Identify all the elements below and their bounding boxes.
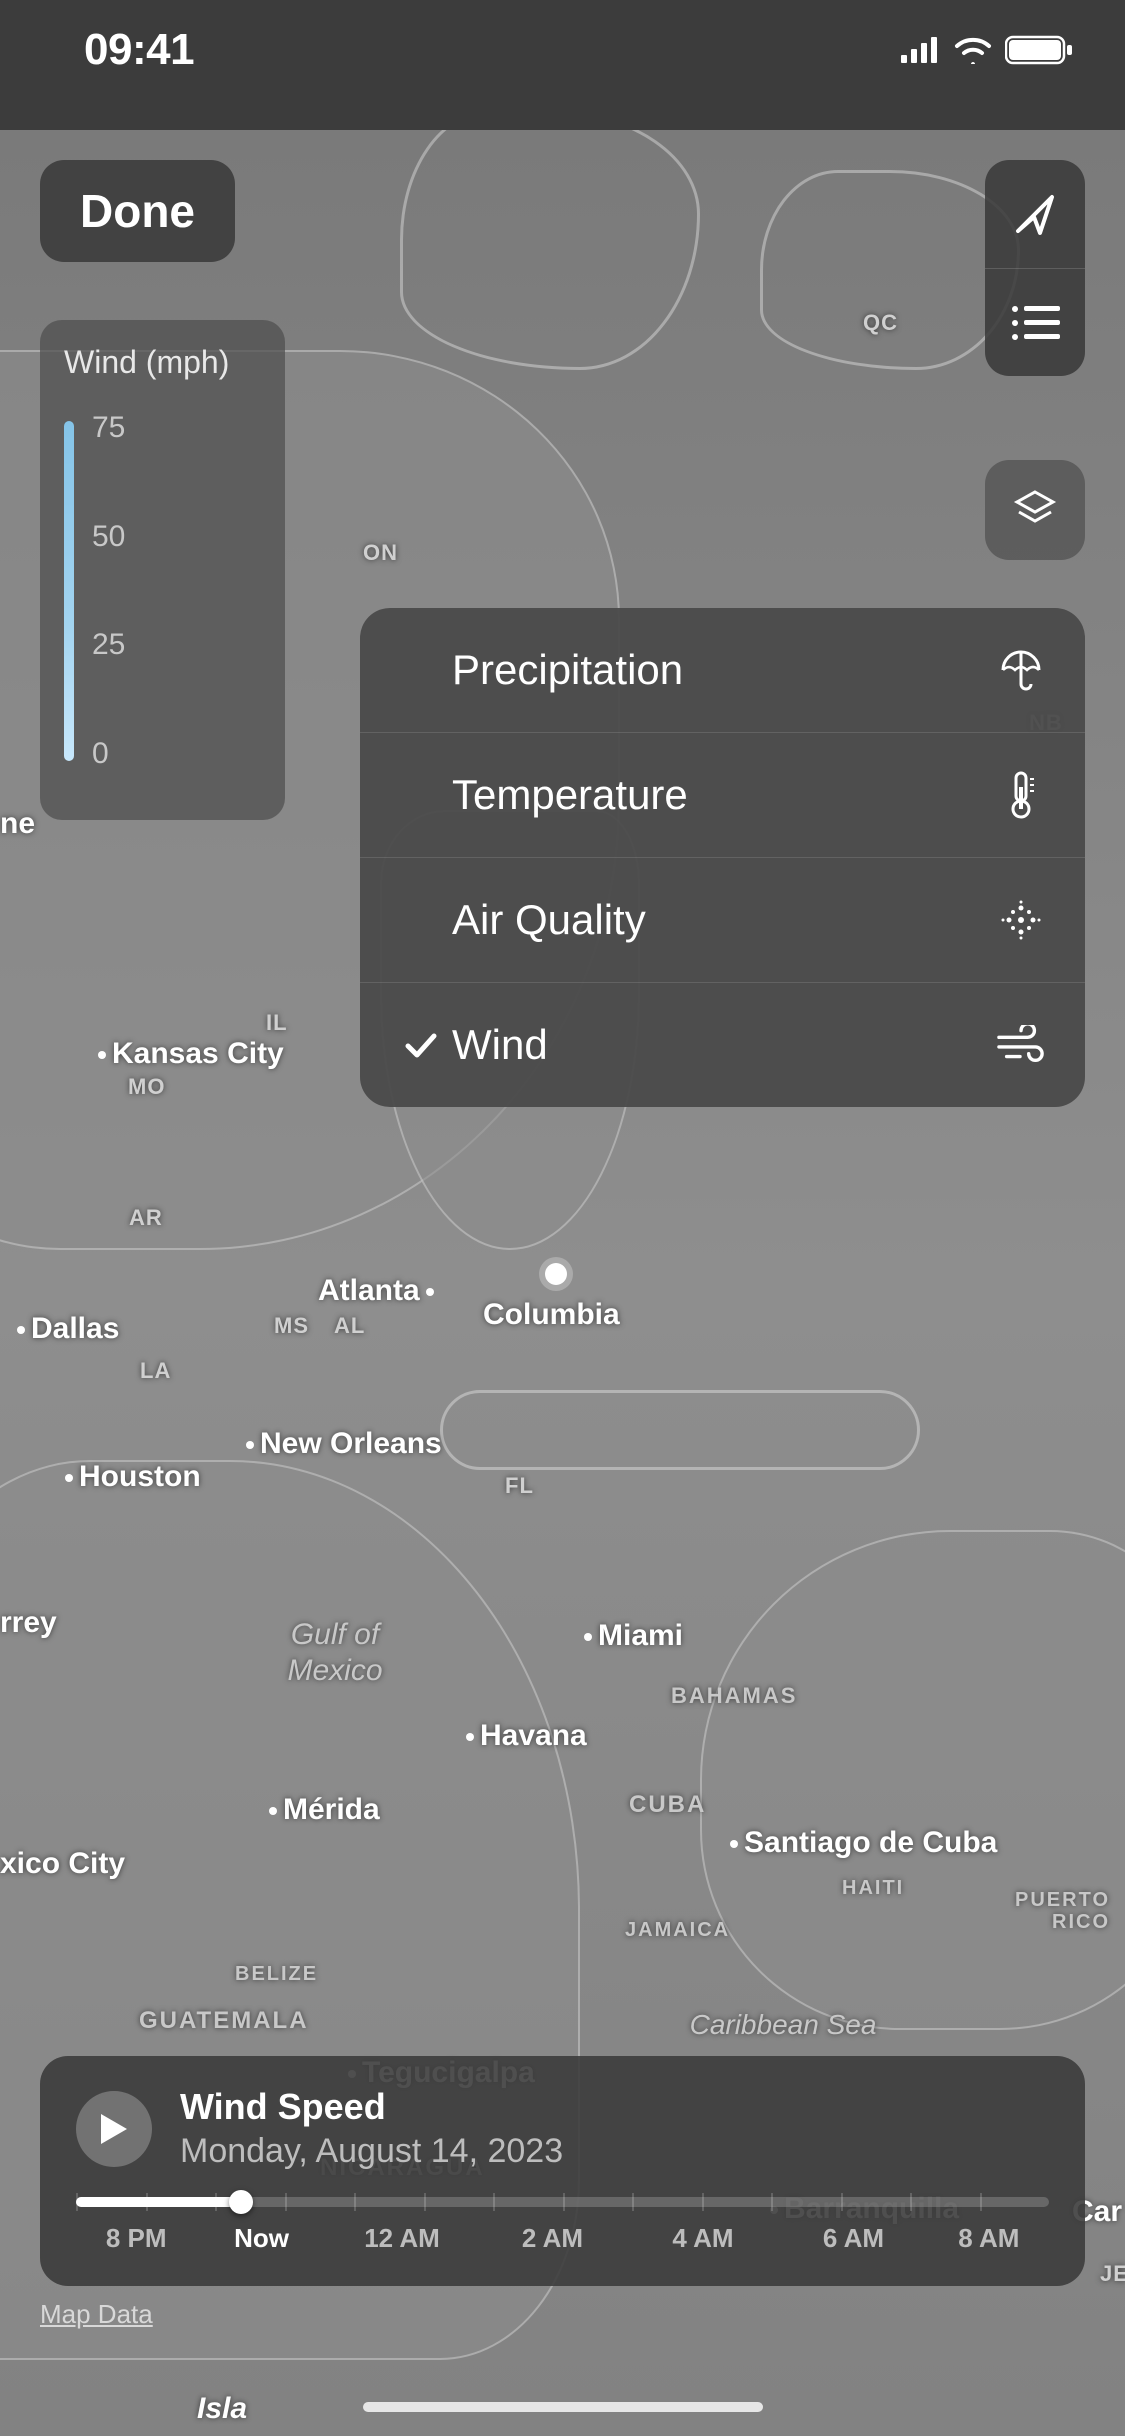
- timeline-label: 8 PM: [76, 2223, 196, 2254]
- map-label-region: LA: [140, 1358, 171, 1384]
- map-label-region: MS: [274, 1313, 309, 1339]
- status-bar: 09:41: [0, 0, 1125, 130]
- layers-button[interactable]: [985, 460, 1085, 560]
- timeline-label: 12 AM: [327, 2223, 477, 2254]
- map-label-city: Havana: [466, 1719, 587, 1753]
- map-label-region: IL: [266, 1010, 288, 1036]
- map-label-city: Dallas: [17, 1312, 119, 1346]
- layer-item-wind[interactable]: Wind: [360, 982, 1085, 1107]
- layer-type-menu: Precipitation Temperature Air Quality: [360, 608, 1085, 1107]
- locate-button[interactable]: [985, 160, 1085, 268]
- timeline-subtitle: Monday, August 14, 2023: [180, 2132, 1049, 2171]
- map-label-country: CUBA: [629, 1791, 706, 1819]
- layer-item-air-quality[interactable]: Air Quality: [360, 857, 1085, 982]
- side-controls: [985, 160, 1085, 376]
- layer-item-precipitation[interactable]: Precipitation: [360, 608, 1085, 732]
- map-label-country: BELIZE: [235, 1963, 318, 1986]
- checkmark-icon: [404, 1028, 438, 1062]
- map-label-city: Kansas City: [98, 1037, 284, 1071]
- timeline-slider[interactable]: 8 PM Now 12 AM 2 AM 4 AM 6 AM 8 AM: [76, 2197, 1049, 2254]
- legend-tick: 75: [92, 411, 125, 445]
- done-button[interactable]: Done: [40, 160, 235, 262]
- timeline-label-now: Now: [196, 2223, 326, 2254]
- map-label-partial: ne: [0, 807, 35, 841]
- legend-tick: 0: [92, 737, 125, 771]
- legend-ticks: 75 50 25 0: [92, 411, 125, 771]
- map-label-city: New Orleans: [246, 1427, 442, 1461]
- cellular-icon: [901, 37, 941, 63]
- wifi-icon: [953, 36, 993, 64]
- map-label-city: Atlanta: [318, 1274, 434, 1308]
- map-label-country: GUATEMALA: [139, 2007, 309, 2035]
- timeline-labels: 8 PM Now 12 AM 2 AM 4 AM 6 AM 8 AM: [76, 2223, 1049, 2254]
- status-time: 09:41: [84, 25, 194, 75]
- layer-label: Air Quality: [444, 896, 997, 944]
- map-label-region: AR: [129, 1205, 163, 1231]
- timeline-label: 6 AM: [778, 2223, 928, 2254]
- map-label-partial: Isla: [197, 2392, 247, 2426]
- map-label-region: FL: [505, 1473, 534, 1499]
- map-label-city: Santiago de Cuba: [730, 1826, 997, 1860]
- timeline-panel: Wind Speed Monday, August 14, 2023 8 PM …: [40, 2056, 1085, 2286]
- map-label-city: Houston: [65, 1460, 201, 1494]
- legend-gradient-bar: [64, 421, 74, 761]
- timeline-knob[interactable]: [229, 2190, 253, 2214]
- current-location-dot: [545, 1263, 567, 1285]
- map-label-partial: xico City: [0, 1847, 125, 1881]
- map-label-water: Gulf of Mexico: [255, 1617, 415, 1689]
- map-label-region: AL: [334, 1313, 365, 1339]
- timeline-label: 4 AM: [628, 2223, 778, 2254]
- thermometer-icon: [997, 771, 1045, 819]
- layer-item-temperature[interactable]: Temperature: [360, 732, 1085, 857]
- umbrella-icon: [997, 646, 1045, 694]
- layer-label: Precipitation: [444, 646, 997, 694]
- particles-icon: [997, 896, 1045, 944]
- wind-legend: Wind (mph) 75 50 25 0: [40, 320, 285, 820]
- location-arrow-icon: [1010, 189, 1060, 239]
- status-icons: [901, 34, 1075, 66]
- map-label-region: ON: [363, 540, 398, 566]
- map-label-country: JAMAICA: [625, 1919, 730, 1942]
- home-indicator[interactable]: [363, 2402, 763, 2412]
- battery-icon: [1005, 34, 1075, 66]
- map-label-country: BAHAMAS: [671, 1683, 797, 1709]
- legend-tick: 50: [92, 520, 125, 554]
- list-icon: [1010, 304, 1060, 342]
- map-label-city: Columbia: [483, 1298, 620, 1332]
- legend-tick: 25: [92, 628, 125, 662]
- layer-label: Wind: [444, 1021, 997, 1069]
- timeline-label: 2 AM: [477, 2223, 627, 2254]
- map-label-region: QC: [863, 310, 898, 336]
- map-label-country: PUERTO RICO: [990, 1889, 1110, 1933]
- timeline-fill: [76, 2197, 241, 2207]
- checkmark-slot: [398, 1028, 444, 1062]
- map-label-partial: rrey: [0, 1606, 57, 1640]
- timeline-title: Wind Speed: [180, 2086, 1049, 2128]
- map-data-link[interactable]: Map Data: [40, 2299, 153, 2330]
- wind-icon: [997, 1021, 1045, 1069]
- map-label-city: Mérida: [269, 1793, 380, 1827]
- legend-title: Wind (mph): [64, 344, 261, 381]
- map-label-country: HAITI: [842, 1877, 904, 1900]
- play-icon: [99, 2112, 129, 2146]
- layers-icon: [1011, 486, 1059, 534]
- map-label-water: Caribbean Sea: [683, 2008, 883, 2042]
- layer-label: Temperature: [444, 771, 997, 819]
- map-label-city: Miami: [584, 1619, 683, 1653]
- map-label-partial: JE: [1100, 2261, 1125, 2287]
- timeline-label: 8 AM: [929, 2223, 1049, 2254]
- map-label-region: MO: [128, 1074, 165, 1100]
- list-button[interactable]: [985, 268, 1085, 376]
- play-button[interactable]: [76, 2091, 152, 2167]
